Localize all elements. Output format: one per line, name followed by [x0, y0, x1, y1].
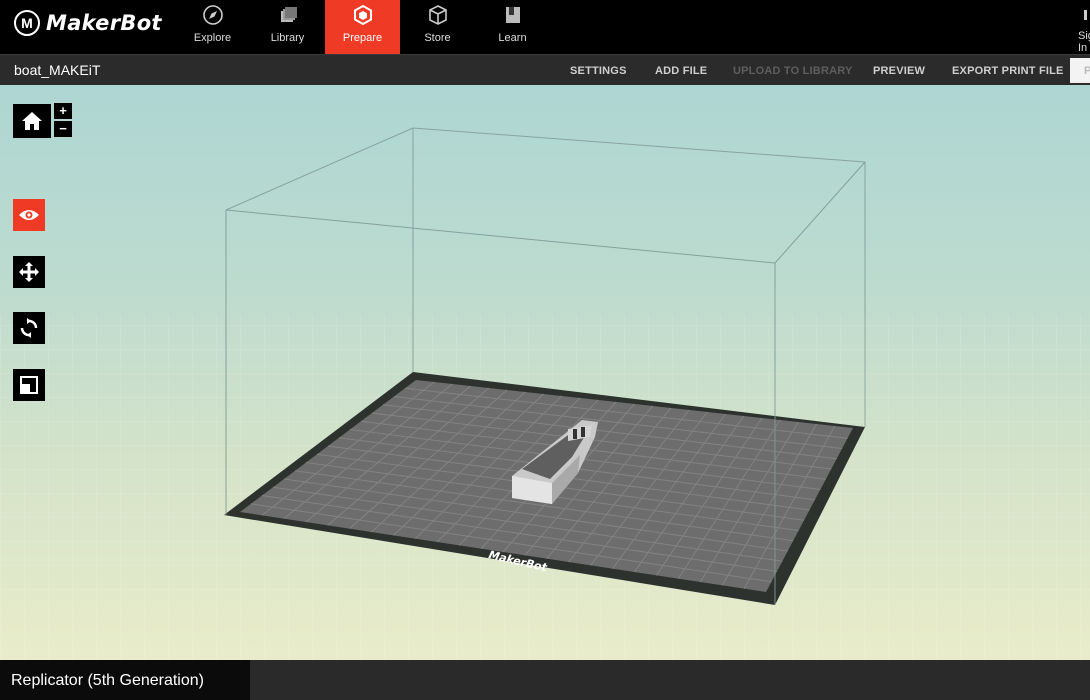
- print-button[interactable]: P: [1070, 58, 1090, 83]
- file-toolbar: boat_MAKEiT SETTINGS ADD FILE UPLOAD TO …: [0, 54, 1090, 85]
- look-tool-button[interactable]: [13, 199, 45, 231]
- file-name: boat_MAKEiT: [14, 62, 101, 78]
- nav-label: Learn: [498, 32, 527, 44]
- preview-button[interactable]: PREVIEW: [873, 65, 925, 77]
- store-box-icon: [428, 5, 447, 25]
- top-nav-bar: M MakerBot Explore Library Prepare Store: [0, 0, 1090, 54]
- nav-label: Prepare: [342, 32, 383, 44]
- nav-label: Store: [424, 32, 451, 44]
- nav-label: Explore: [193, 32, 232, 44]
- rotate-icon: [20, 318, 38, 338]
- add-file-button[interactable]: ADD FILE: [655, 65, 707, 77]
- makerbot-m-icon: M: [14, 10, 40, 36]
- compass-icon: [202, 5, 223, 25]
- sign-in-icon: [1084, 10, 1087, 20]
- nav-label: Library: [270, 32, 305, 44]
- sign-in-label: Sign In: [1078, 30, 1090, 54]
- learn-book-icon: [505, 7, 520, 23]
- scale-tool-button[interactable]: [13, 369, 45, 401]
- nav-library[interactable]: Library: [250, 0, 325, 54]
- move-arrows-icon: [19, 262, 39, 282]
- home-icon: [22, 112, 42, 130]
- build-volume-scene: MakerBot: [0, 127, 1090, 660]
- brand-name: MakerBot: [46, 11, 162, 35]
- move-tool-button[interactable]: [13, 256, 45, 288]
- 3d-viewport[interactable]: MakerBot + −: [0, 85, 1090, 660]
- rotate-tool-button[interactable]: [13, 312, 45, 344]
- printer-selector[interactable]: Replicator (5th Generation): [0, 660, 250, 700]
- zoom-in-button[interactable]: +: [54, 103, 72, 119]
- prepare-cube-icon: [353, 4, 372, 26]
- zoom-out-button[interactable]: −: [54, 121, 72, 137]
- scale-icon: [20, 376, 38, 394]
- home-view-button[interactable]: [13, 104, 51, 138]
- nav-store[interactable]: Store: [400, 0, 475, 54]
- settings-button[interactable]: SETTINGS: [570, 65, 627, 77]
- nav-prepare[interactable]: Prepare: [325, 0, 400, 54]
- status-bar: Replicator (5th Generation): [0, 660, 1090, 700]
- upload-to-library-button[interactable]: UPLOAD TO LIBRARY: [733, 65, 853, 77]
- nav-explore[interactable]: Explore: [175, 0, 250, 54]
- nav-sign-in[interactable]: Sign In: [1078, 0, 1090, 54]
- nav-learn[interactable]: Learn: [475, 0, 550, 54]
- eye-icon: [19, 210, 39, 220]
- print-label: P: [1084, 65, 1090, 77]
- export-print-file-button[interactable]: EXPORT PRINT FILE: [952, 65, 1064, 77]
- library-icon: [280, 7, 297, 22]
- makerbot-logo[interactable]: M MakerBot: [14, 9, 162, 37]
